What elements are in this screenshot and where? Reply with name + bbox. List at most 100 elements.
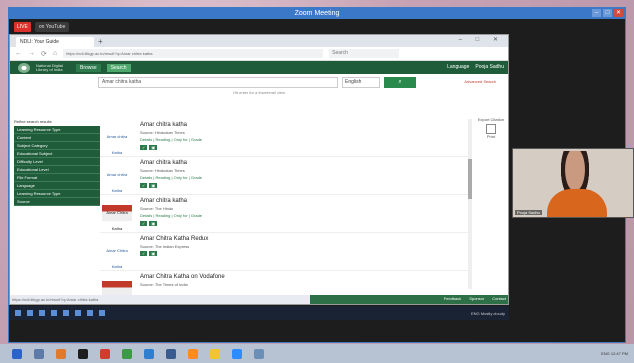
sidebar-item[interactable]: Subject Category	[14, 142, 100, 150]
advanced-search-link[interactable]: Advanced Search	[464, 79, 496, 84]
zoom-icon[interactable]	[232, 348, 242, 359]
language-select[interactable]: English	[342, 76, 380, 88]
result-title[interactable]: Amar chitra katha	[140, 122, 187, 128]
participant-body	[547, 189, 607, 217]
windows-start-icon[interactable]	[15, 310, 21, 316]
result-thumbnail[interactable]: Amar chitra Katha	[102, 167, 132, 193]
result-links[interactable]: Details | Reading | Only for | Grade	[140, 137, 202, 142]
app-icon[interactable]	[78, 348, 88, 359]
sidebar-item[interactable]: Educational Subject	[14, 150, 100, 158]
new-tab-icon[interactable]: +	[98, 37, 103, 47]
document-icon[interactable]	[486, 124, 496, 134]
minimize-icon[interactable]: –	[592, 9, 601, 17]
result-title[interactable]: Amar Chitra Katha on Vodafone	[140, 274, 225, 280]
sidebar-item[interactable]: File Format	[14, 174, 100, 182]
result-title[interactable]: Amar chitra katha	[140, 198, 187, 204]
app-icon[interactable]	[100, 348, 110, 359]
browse-button[interactable]: Browse	[76, 63, 101, 72]
share-icon[interactable]: ✓	[140, 221, 148, 226]
result-source: Source: Hindustan Times	[140, 168, 185, 173]
app-icon[interactable]	[254, 348, 264, 359]
view-icon[interactable]: ▣	[149, 221, 158, 226]
participant-name: Pooja Sadhu	[515, 210, 542, 215]
sidebar-item[interactable]: Content	[14, 134, 100, 142]
share-icon[interactable]: ✓	[140, 251, 148, 256]
search-submit-icon[interactable]: ⌕	[384, 76, 416, 88]
header-right: Language Pooja Sadhu	[447, 64, 504, 70]
chrome-icon[interactable]	[122, 348, 132, 359]
print-label[interactable]: Print	[476, 134, 506, 139]
contact-link[interactable]: Contact	[492, 296, 506, 301]
close-icon[interactable]: ✕	[614, 9, 623, 17]
tab-bar: NDLI: Your Guide + – □ ✕	[10, 35, 508, 47]
back-icon[interactable]: ←	[15, 50, 22, 57]
share-icon[interactable]: ✓	[140, 145, 148, 150]
sidebar-item[interactable]: Learning Resource Type	[14, 126, 100, 134]
refine-sidebar: Refine search results Learning Resource …	[14, 119, 100, 206]
browser-tab[interactable]: NDLI: Your Guide	[16, 37, 94, 47]
language-menu[interactable]: Language	[447, 64, 469, 70]
maximize-icon[interactable]: □	[603, 9, 612, 17]
status-bar: https://ndl.iitkgp.ac.in/result?q=Amar c…	[10, 295, 508, 304]
share-icon[interactable]: ✓	[140, 183, 148, 188]
browser-search-field[interactable]: Search	[329, 49, 400, 58]
browser-window-controls[interactable]: – □ ✕	[459, 36, 504, 43]
feedback-link[interactable]: Feedback	[444, 296, 462, 301]
result-item[interactable]: Amar Chitra Katha Amar chitra katha Sour…	[100, 195, 470, 233]
site-logo-text: National Digital Library of India	[36, 62, 63, 72]
shared-browser-window: NDLI: Your Guide + – □ ✕ ← → ⟳ ⌂ https:/…	[9, 34, 509, 305]
view-icon[interactable]: ▣	[149, 145, 158, 150]
view-icon[interactable]: ▣	[149, 251, 158, 256]
app-icon[interactable]	[75, 310, 81, 316]
result-item[interactable]: Amar chitra Katha Amar chitra katha Sour…	[100, 119, 470, 157]
sidebar-heading: Refine search results	[14, 119, 52, 124]
app-icon[interactable]	[99, 310, 105, 316]
export-label: Export Citation	[477, 117, 505, 122]
windows-start-icon[interactable]	[12, 348, 22, 359]
search-icon[interactable]	[27, 310, 33, 316]
sidebar-item[interactable]: Educational Level	[14, 166, 100, 174]
reload-icon[interactable]: ⟳	[41, 50, 47, 58]
result-links[interactable]: Details | Reading | Only for | Grade	[140, 213, 202, 218]
search-hint: Hit enter for a thumbnail view	[233, 90, 285, 95]
result-thumbnail[interactable]: Amar Chitra Katha	[102, 205, 132, 231]
result-thumbnail[interactable]: Amar chitra Katha	[102, 129, 132, 155]
forward-icon[interactable]: →	[28, 50, 35, 57]
sidebar-item[interactable]: Difficulty Level	[14, 158, 100, 166]
edge-icon[interactable]	[144, 348, 154, 359]
search-button[interactable]: Search	[106, 63, 131, 72]
result-title[interactable]: Amar chitra katha	[140, 160, 187, 166]
result-actions: ✓ ▣	[140, 183, 158, 188]
result-title[interactable]: Amar Chitra Katha Redux	[140, 236, 208, 242]
user-menu[interactable]: Pooja Sadhu	[475, 64, 504, 70]
view-icon[interactable]: ▣	[149, 183, 158, 188]
sidebar-item[interactable]: Language	[14, 182, 100, 190]
sidebar-item[interactable]: Learning Resource Type	[14, 190, 100, 198]
result-links[interactable]: Details | Reading | Only for | Grade	[140, 175, 202, 180]
home-icon[interactable]: ⌂	[53, 50, 57, 57]
firefox-icon[interactable]	[188, 348, 198, 359]
search-icon[interactable]	[34, 348, 44, 359]
sponsor-link[interactable]: Sponsor	[469, 296, 484, 301]
address-row: ← → ⟳ ⌂ https://ndl.iitkgp.ac.in/result?…	[10, 47, 508, 61]
youtube-indicator[interactable]: on YouTube	[34, 22, 70, 32]
result-item[interactable]: Amar chitra Katha Amar chitra katha Sour…	[100, 157, 470, 195]
result-item[interactable]: Amar Chitra Katha Amar Chitra Katha Redu…	[100, 233, 470, 271]
app-icon[interactable]	[166, 348, 176, 359]
task-view-icon[interactable]	[39, 310, 45, 316]
result-item[interactable]: Amar Chitra Katha on Vodafone Source: Th…	[100, 271, 470, 297]
app-icon[interactable]	[87, 310, 93, 316]
url-field[interactable]: https://ndl.iitkgp.ac.in/result?q=Amar c…	[63, 49, 324, 58]
zoom-title: Zoom Meeting	[294, 10, 340, 17]
scrollbar-thumb[interactable]	[468, 159, 472, 199]
app-icon[interactable]	[63, 310, 69, 316]
folder-icon[interactable]	[210, 348, 220, 359]
results-scrollbar[interactable]	[468, 119, 472, 289]
query-input[interactable]: Amar chitra katha	[98, 76, 338, 88]
app-icon[interactable]	[56, 348, 66, 359]
result-thumbnail[interactable]: Amar Chitra Katha	[102, 243, 132, 269]
participant-video[interactable]: Pooja Sadhu	[512, 148, 634, 218]
sidebar-item[interactable]: Source	[14, 198, 100, 206]
app-icon[interactable]	[51, 310, 57, 316]
search-row: Amar chitra katha English ⌕ Advanced Sea…	[10, 74, 508, 90]
